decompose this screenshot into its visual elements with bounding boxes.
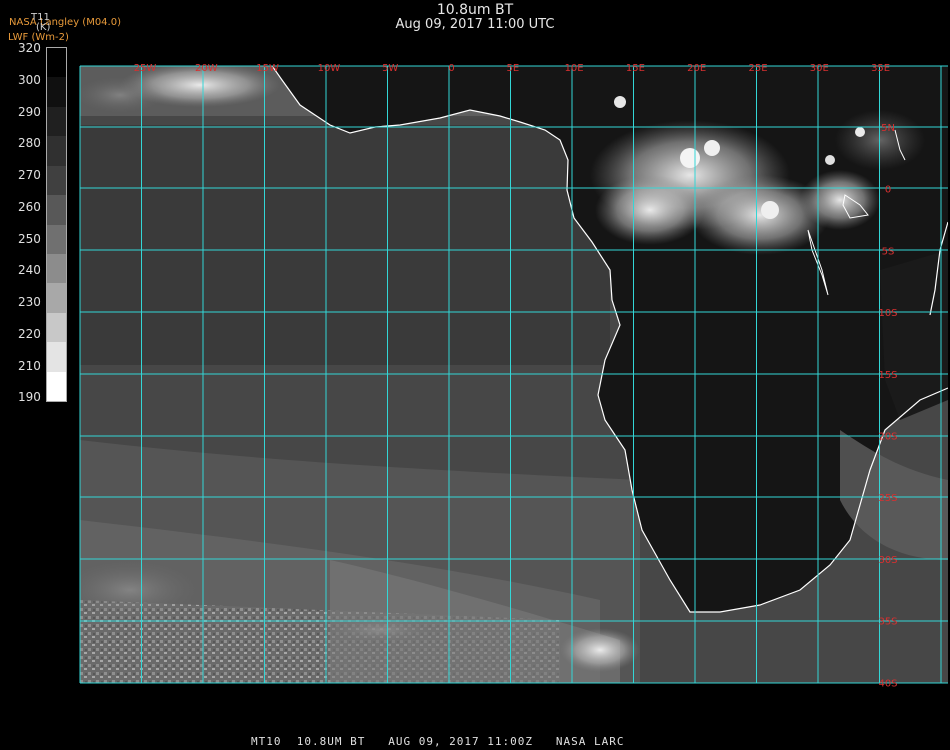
- longitude-label: 25W: [134, 63, 157, 74]
- longitude-label: 10E: [565, 63, 584, 74]
- longitude-label: 25E: [748, 63, 767, 74]
- latitude-label: 20S: [878, 432, 897, 443]
- longitude-label: 15W: [256, 63, 279, 74]
- satellite-map: 25W 20W 15W 10W 5W 0 5E 10E 15E 20E 25E 30E 35E 5N 0 5S…: [79, 63, 948, 689]
- longitude-label: 10W: [318, 63, 341, 74]
- longitude-label: 5E: [506, 63, 519, 74]
- latitude-label: 0: [885, 185, 891, 196]
- longitude-label: 30E: [810, 63, 829, 74]
- latitude-label: 15S: [878, 370, 897, 381]
- latitude-label: 35S: [878, 617, 897, 628]
- latitude-label: 10S: [878, 308, 897, 319]
- longitude-label: 20W: [195, 63, 218, 74]
- latitude-label: 40S: [878, 678, 897, 689]
- longitude-label: 0: [448, 63, 454, 74]
- longitude-label: 35E: [871, 63, 890, 74]
- latitude-label: 5S: [882, 246, 895, 257]
- longitude-label: 5W: [382, 63, 398, 74]
- latitude-label: 5N: [881, 123, 895, 134]
- longitude-label: 15E: [626, 63, 645, 74]
- latitude-label: 25S: [878, 493, 897, 504]
- footer-caption: MT10 10.8UM BT AUG 09, 2017 11:00Z NASA …: [251, 735, 625, 748]
- latitude-label: 30S: [878, 555, 897, 566]
- longitude-label: 20E: [687, 63, 706, 74]
